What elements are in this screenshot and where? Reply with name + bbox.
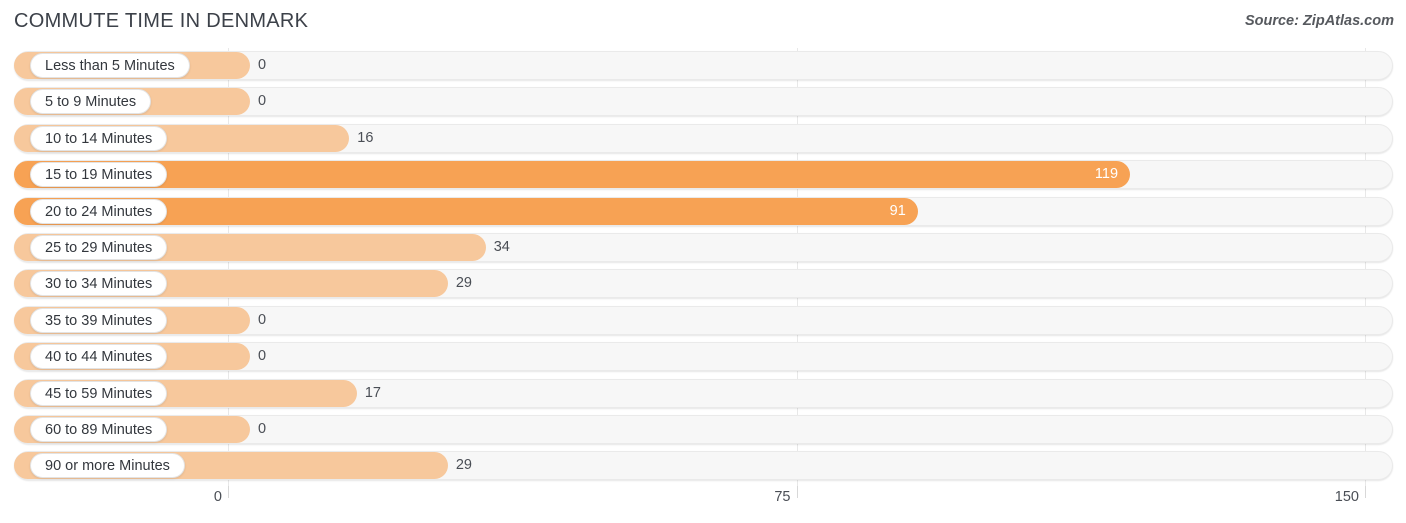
bar-value-label: 29	[455, 457, 472, 474]
bar-row: 35 to 39 Minutes 0	[0, 303, 1406, 340]
bar-row: Less than 5 Minutes 0	[0, 48, 1406, 85]
page-title: COMMUTE TIME IN DENMARK	[14, 10, 309, 32]
bar-value-label: 34	[493, 239, 510, 255]
axis-tick-label: 0	[213, 489, 222, 505]
bar-row: 90 or more Minutes 29	[0, 448, 1406, 485]
bar-fill[interactable]	[14, 161, 1131, 189]
bar-category-label: 30 to 34 Minutes	[30, 271, 168, 297]
bar-value-label: 17	[364, 384, 381, 401]
bar-value-label: 0	[258, 311, 267, 328]
bar-category-label: 25 to 29 Minutes	[30, 235, 168, 260]
bar-value-label: 91	[889, 202, 906, 219]
chart-header: COMMUTE TIME IN DENMARK Source: ZipAtlas…	[0, 0, 1406, 46]
bar-value-label: 0	[258, 421, 267, 437]
bar-row: 25 to 29 Minutes 34	[0, 230, 1406, 267]
bar-row: 45 to 59 Minutes 17	[0, 376, 1406, 413]
bar-value-label: 0	[258, 57, 267, 73]
axis-tick-mark	[1365, 486, 1366, 498]
bar-category-label: 5 to 9 Minutes	[30, 89, 152, 115]
axis-tick-mark	[796, 486, 798, 498]
bar-category-label: 10 to 14 Minutes	[30, 125, 168, 151]
bar-value-label: 0	[258, 348, 267, 365]
bar-value-label: 0	[258, 93, 267, 110]
bar-row: 15 to 19 Minutes 119	[0, 157, 1406, 194]
axis-tick-label: 75	[774, 489, 791, 505]
bar-category-label: 20 to 24 Minutes	[30, 198, 168, 224]
x-axis: 0 75 150	[0, 486, 1406, 523]
bar-row: 5 to 9 Minutes 0	[0, 84, 1406, 121]
axis-tick-label: 150	[1334, 489, 1359, 505]
axis-tick-mark	[228, 486, 229, 498]
bar-category-label: 15 to 19 Minutes	[30, 162, 168, 188]
bar-row: 10 to 14 Minutes 16	[0, 121, 1406, 158]
bar-category-label: Less than 5 Minutes	[30, 53, 190, 78]
bar-rows: Less than 5 Minutes 0 5 to 9 Minutes 0 10 to…	[0, 48, 1406, 486]
source-attribution: Source: ZipAtlas.com	[1244, 13, 1394, 29]
bar-category-label: 90 or more Minutes	[30, 453, 185, 479]
bar-value-label: 119	[1094, 166, 1119, 183]
bar-category-label: 35 to 39 Minutes	[30, 307, 168, 333]
bar-value-label: 29	[455, 275, 472, 292]
bar-row: 20 to 24 Minutes 91	[0, 194, 1406, 231]
bar-category-label: 60 to 89 Minutes	[30, 417, 168, 442]
bar-category-label: 45 to 59 Minutes	[30, 380, 168, 406]
chart-container: COMMUTE TIME IN DENMARK Source: ZipAtlas…	[0, 0, 1406, 523]
bar-row: 40 to 44 Minutes 0	[0, 339, 1406, 376]
plot-area: Less than 5 Minutes 0 5 to 9 Minutes 0 10 to…	[0, 48, 1406, 486]
bar-row: 30 to 34 Minutes 29	[0, 266, 1406, 303]
bar-value-label: 16	[357, 129, 374, 146]
bar-category-label: 40 to 44 Minutes	[30, 344, 168, 370]
bar-row: 60 to 89 Minutes 0	[0, 412, 1406, 449]
